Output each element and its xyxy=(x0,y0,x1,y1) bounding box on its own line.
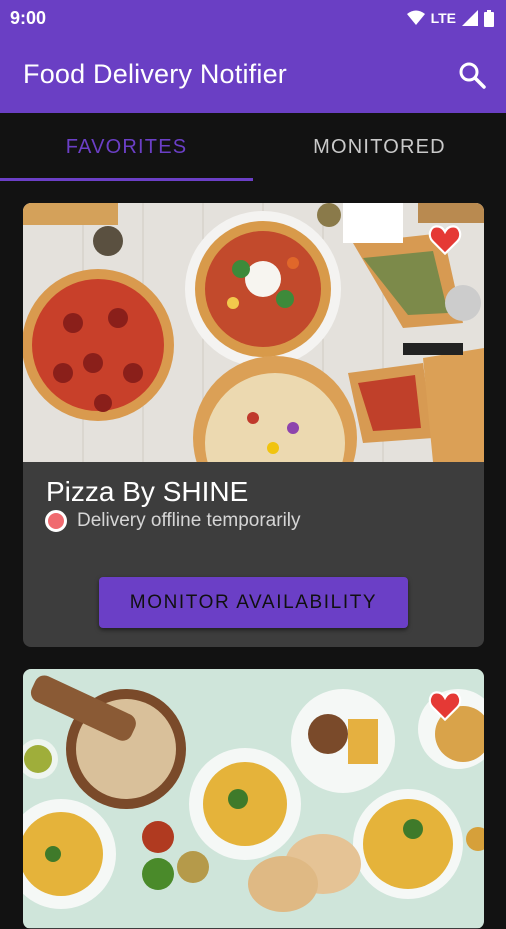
monitor-availability-button[interactable]: MONITOR AVAILABILITY xyxy=(99,577,408,628)
status-time: 9:00 xyxy=(10,7,47,28)
restaurant-card[interactable]: Pizza By SHINE Delivery offline temporar… xyxy=(23,203,484,647)
status-icons: LTE xyxy=(406,9,494,27)
restaurant-image xyxy=(23,203,484,462)
search-icon[interactable] xyxy=(458,61,486,89)
tab-bar: FAVORITES MONITORED xyxy=(0,113,506,181)
wifi-icon xyxy=(406,10,425,25)
status-bar: 9:00 LTE xyxy=(0,0,506,36)
status-text: Delivery offline temporarily xyxy=(77,510,301,531)
tab-monitored[interactable]: MONITORED xyxy=(253,113,506,181)
favorite-heart-icon[interactable] xyxy=(428,691,462,721)
tab-favorites-label: FAVORITES xyxy=(65,135,188,158)
restaurant-card[interactable] xyxy=(23,669,484,929)
battery-icon xyxy=(484,9,494,27)
restaurant-image xyxy=(23,669,484,928)
status-dot-icon xyxy=(45,510,67,532)
tab-favorites[interactable]: FAVORITES xyxy=(0,113,253,181)
network-label: LTE xyxy=(430,10,456,26)
app-title: Food Delivery Notifier xyxy=(23,59,287,89)
signal-icon xyxy=(462,10,478,26)
restaurant-name: Pizza By SHINE xyxy=(46,476,249,507)
app-bar: Food Delivery Notifier xyxy=(0,36,506,113)
tab-monitored-label: MONITORED xyxy=(313,135,446,158)
tab-indicator xyxy=(0,178,253,181)
favorite-heart-icon[interactable] xyxy=(428,225,462,255)
delivery-status: Delivery offline temporarily xyxy=(45,510,301,532)
